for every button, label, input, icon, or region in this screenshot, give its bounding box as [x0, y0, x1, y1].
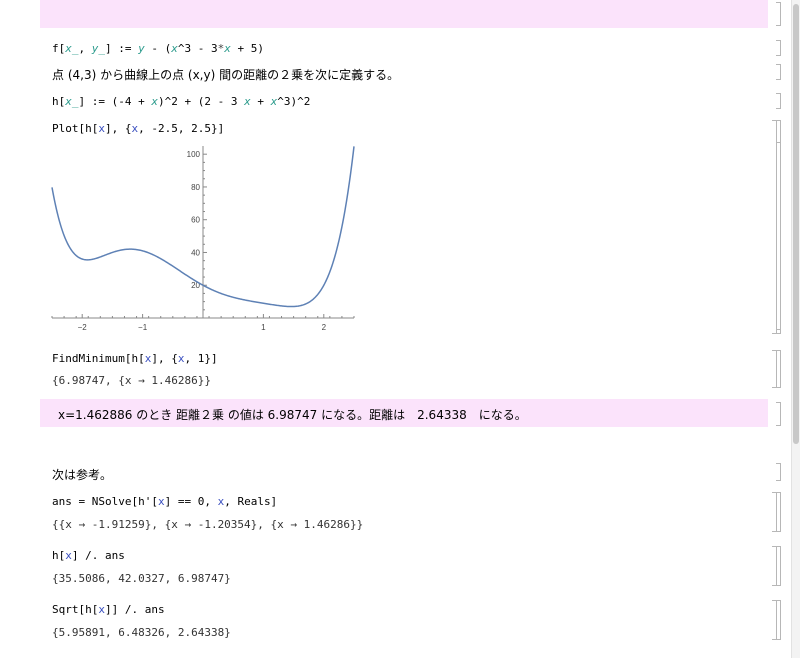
code-token: - ( [144, 42, 172, 55]
cell-bracket[interactable] [776, 402, 781, 426]
input-cell-nsolve[interactable]: ans = NSolve[h'[x] == 0, x, Reals] [52, 495, 277, 508]
cell-group-bracket[interactable] [772, 492, 781, 532]
code-token: ans = NSolve[h'[ [52, 495, 158, 508]
text-cell-reference[interactable]: 次は参考。 [52, 466, 112, 483]
var-x: x [244, 95, 251, 108]
code-token: h[ [52, 549, 66, 562]
input-cell-replace[interactable]: h[x] /. ans [52, 549, 125, 562]
empty-text-cell[interactable] [40, 0, 768, 28]
pattern-var: x_ [65, 42, 79, 55]
result-text: x=1.462886 のとき 距離２乗 の値は 6.98747 になる。距離は … [58, 408, 527, 422]
code-token: , [78, 42, 86, 55]
y-tick-label: 100 [187, 150, 201, 159]
text-cell-comment[interactable]: 点 (4,3) から曲線上の点 (x,y) 間の距離の２乗を次に定義する。 [52, 66, 399, 83]
output-cell-replace[interactable]: {35.5086, 42.0327, 6.98747} [52, 572, 231, 585]
input-cell-findminimum[interactable]: FindMinimum[h[x], {x, 1}] [52, 352, 218, 365]
code-token: , Reals] [224, 495, 278, 508]
input-cell-define-h[interactable]: h[x_] := (-4 + x)^2 + (2 - 3 x + x^3)^2 [52, 95, 310, 108]
var-x: x [224, 42, 231, 55]
code-token: + [250, 95, 271, 108]
input-cell-plot[interactable]: Plot[h[x], {x, -2.5, 2.5}] [52, 122, 224, 135]
var-x: x [171, 42, 178, 55]
code-token: + 5) [230, 42, 264, 55]
cell-bracket[interactable] [776, 40, 781, 56]
code-token: ^3)^2 [277, 95, 311, 108]
vertical-scrollbar[interactable] [791, 0, 800, 658]
cell-bracket[interactable] [776, 2, 781, 26]
input-cell-define-f[interactable]: f[x_, y_] := y - (x^3 - 3*x + 5) [52, 42, 264, 55]
pattern-var: y_ [91, 42, 105, 55]
var-x: x [157, 495, 165, 508]
code-token: ^3 - 3 [177, 42, 218, 55]
cell-group-bracket[interactable] [772, 600, 781, 640]
output-cell-findminimum[interactable]: {6.98747, {x → 1.46286}} [52, 374, 211, 387]
var-x: x [98, 603, 105, 616]
code-token: ] /. ans [71, 549, 125, 562]
cell-group-bracket[interactable] [772, 350, 781, 388]
cell-bracket[interactable] [776, 142, 781, 330]
code-token: ] := (-4 + [78, 95, 152, 108]
code-token: ], { [104, 122, 132, 135]
plot-output[interactable]: −2 −1 1 220406080100 [40, 140, 370, 340]
cell-bracket[interactable] [776, 64, 781, 80]
var-x: x [65, 549, 72, 562]
cell-group-bracket[interactable] [772, 546, 781, 586]
code-token: Sqrt[h[ [52, 603, 99, 616]
y-tick-label: 40 [191, 248, 200, 257]
var-x: x [98, 122, 105, 135]
result-text-cell[interactable]: x=1.462886 のとき 距離２乗 の値は 6.98747 になる。距離は … [40, 399, 768, 427]
code-token: , 1}] [184, 352, 218, 365]
cell-bracket[interactable] [776, 463, 781, 481]
x-tick-label: −1 [138, 323, 148, 332]
var-x: x [151, 95, 158, 108]
code-token: f[ [52, 42, 66, 55]
code-token: ] := [105, 42, 139, 55]
output-cell-nsolve[interactable]: {{x → -1.91259}, {x → -1.20354}, {x → 1.… [52, 518, 363, 531]
pattern-var: x_ [65, 95, 79, 108]
code-token: h[ [52, 95, 66, 108]
code-token: , -2.5, 2.5}] [138, 122, 225, 135]
var-y: y [138, 42, 145, 55]
code-token: ], { [151, 352, 178, 365]
code-token: Plot[h[ [52, 122, 99, 135]
input-cell-sqrt[interactable]: Sqrt[h[x]] /. ans [52, 603, 165, 616]
x-tick-label: 2 [322, 323, 327, 332]
code-token: ]] /. ans [104, 603, 165, 616]
code-token: FindMinimum[h[ [52, 352, 145, 365]
code-token: ] == 0, [164, 495, 218, 508]
cell-bracket[interactable] [776, 93, 781, 109]
code-token: )^2 + (2 - 3 [157, 95, 245, 108]
x-tick-label: 1 [261, 323, 266, 332]
y-tick-label: 80 [191, 183, 200, 192]
y-tick-label: 60 [191, 216, 200, 225]
x-tick-label: −2 [78, 323, 88, 332]
output-cell-sqrt[interactable]: {5.95891, 6.48326, 2.64338} [52, 626, 231, 639]
scrollbar-thumb[interactable] [793, 4, 799, 444]
